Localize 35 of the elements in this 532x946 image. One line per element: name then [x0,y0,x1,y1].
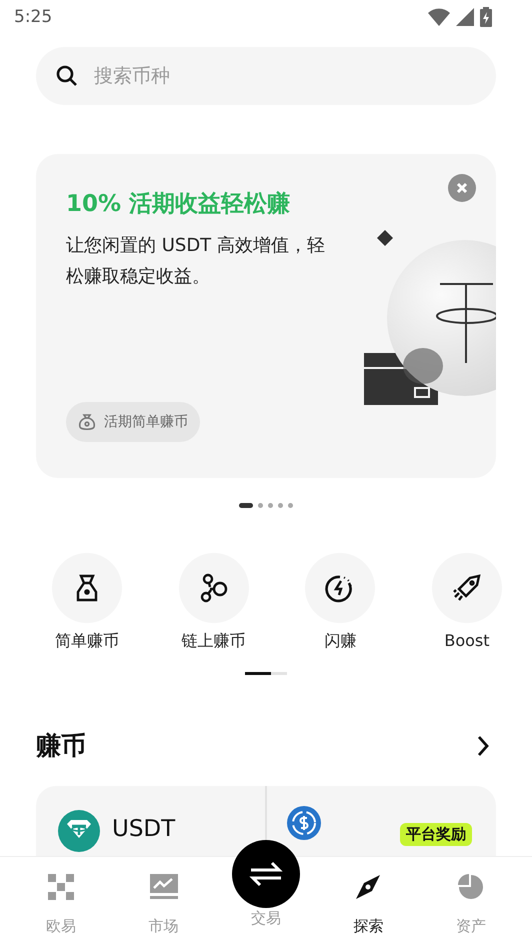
chevron-right-icon [476,734,490,756]
coin-name: USDT [112,816,176,842]
money-bag-icon [74,574,100,602]
banner-text: 让您闲置的 USDT 高效增值，轻松赚取稳定收益。 [66,234,326,289]
reward-badge: 平台奖励 [400,823,472,846]
compass-icon [355,874,382,900]
checker-icon [48,874,74,900]
search-field[interactable]: 搜索币种 [36,47,496,105]
battery-icon [480,7,492,27]
rocket-icon [452,573,482,603]
swap-icon [249,861,283,887]
banner-title: 10% 活期收益轻松赚 [66,190,290,219]
pager-dot[interactable] [278,502,283,508]
pager-dot[interactable] [288,502,293,508]
usdc-logo-icon [287,806,321,840]
signal-icon [456,8,474,26]
pager-dot[interactable] [258,502,263,508]
nav-tab[interactable]: 探索 [328,857,408,946]
search-icon [56,65,78,87]
chart-monitor-icon [150,874,178,900]
tag-label: 活期简单赚币 [104,413,188,431]
nodes-icon [198,573,229,603]
pie-icon [458,874,484,900]
tether-logo-icon [58,810,100,852]
status-time: 5:25 [14,7,52,27]
section-title: 赚币 [36,730,86,762]
money-bag-icon [78,413,96,431]
more-button[interactable] [476,734,490,756]
wifi-icon [428,8,450,26]
close-icon [456,182,468,194]
pager-dot[interactable] [268,502,273,508]
promo-banner[interactable]: 10% 活期收益轻松赚 让您闲置的 USDT 高效增值，轻松赚取稳定收益。 活期简单赚币 [36,154,496,478]
coin-card[interactable]: USDT 平台奖励 [36,786,496,856]
tag-chip[interactable]: 活期简单赚币 [66,402,200,442]
close-button[interactable] [448,174,476,202]
